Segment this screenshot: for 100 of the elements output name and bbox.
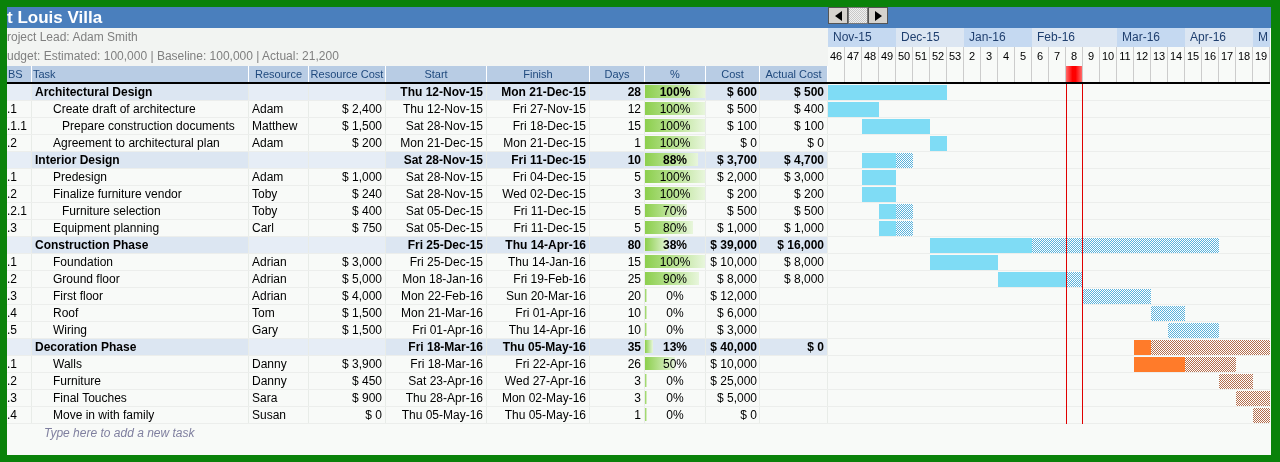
resource-cost-cell: $ 200 [309,135,386,151]
start-date-cell: Sat 05-Dec-15 [386,220,487,236]
task-cell: Ground floor [32,271,249,287]
wbs-cell: .2 [7,271,32,287]
cost-cell: $ 25,000 [706,373,760,389]
cost-cell: $ 2,000 [706,169,760,185]
week-number: 49 [879,47,896,66]
week-number: 15 [1185,47,1202,66]
month-label: Dec-15 [896,28,964,47]
actual-cost-cell: $ 3,000 [760,169,828,185]
resource-cell: Danny [249,373,309,389]
cost-cell: $ 100 [706,118,760,134]
start-date-cell: Mon 21-Dec-15 [386,135,487,151]
percent-text: 100% [659,85,691,99]
scroll-left-button[interactable] [828,7,848,24]
wbs-cell: .4 [7,407,32,423]
percent-text: 88% [663,153,687,167]
finish-date-cell: Fri 18-Dec-15 [487,118,590,134]
start-date-cell: Thu 12-Nov-15 [386,84,487,100]
start-date-cell: Sat 05-Dec-15 [386,203,487,219]
resource-cost-cell: $ 1,500 [309,305,386,321]
finish-date-cell: Mon 02-May-16 [487,390,590,406]
resource-cell: Adam [249,169,309,185]
days-cell: 80 [590,237,645,253]
wbs-cell: .4 [7,305,32,321]
month-label: Jan-16 [964,28,1032,47]
start-date-cell: Fri 18-Mar-16 [386,356,487,372]
start-date-cell: Sat 28-Nov-15 [386,152,487,168]
start-date-cell: Thu 05-May-16 [386,407,487,423]
cost-cell: $ 0 [706,135,760,151]
cost-cell: $ 10,000 [706,254,760,270]
column-header: Finish [487,66,590,82]
cost-cell: $ 6,000 [706,305,760,321]
actual-cost-cell: $ 0 [760,135,828,151]
gantt-bar-remaining [1185,357,1236,372]
start-date-cell: Mon 21-Mar-16 [386,305,487,321]
cost-cell: $ 3,700 [706,152,760,168]
month-label: Mar-16 [1117,28,1185,47]
finish-date-cell: Thu 05-May-16 [487,339,590,355]
column-header: Resource Cost [309,66,386,82]
finish-date-cell: Thu 14-Jan-16 [487,254,590,270]
resource-cell: Toby [249,186,309,202]
timeline-scrollbar[interactable] [828,7,888,24]
finish-date-cell: Fri 19-Feb-16 [487,271,590,287]
cost-cell: $ 40,000 [706,339,760,355]
percent-text: 38% [663,238,687,252]
task-cell: Construction Phase [32,237,249,253]
finish-date-cell: Fri 27-Nov-15 [487,101,590,117]
percent-text: 100% [659,187,691,201]
actual-cost-cell: $ 16,000 [760,237,828,253]
percent-text: 70% [663,204,687,218]
finish-date-cell: Mon 21-Dec-15 [487,135,590,151]
week-number: 11 [1117,47,1134,66]
resource-cell: Tom [249,305,309,321]
week-number: 13 [1151,47,1168,66]
week-number: 4 [998,47,1015,66]
task-cell: Finalize furniture vendor [32,186,249,202]
gantt-bar-remaining [1253,408,1270,423]
start-date-cell: Sat 23-Apr-16 [386,373,487,389]
cost-cell: $ 200 [706,186,760,202]
wbs-cell: .3 [7,288,32,304]
resource-cell: Susan [249,407,309,423]
actual-cost-cell: $ 1,000 [760,220,828,236]
week-number: 52 [930,47,947,66]
days-cell: 35 [590,339,645,355]
percent-text: 100% [659,119,691,133]
cost-cell: $ 3,000 [706,322,760,338]
resource-cost-cell: $ 2,400 [309,101,386,117]
actual-cost-cell: $ 200 [760,186,828,202]
new-task-field[interactable]: Type here to add a new task [32,424,294,441]
wbs-cell: .1 [7,101,32,117]
cost-cell: $ 500 [706,101,760,117]
scroll-thumb[interactable] [848,7,868,24]
finish-date-cell: Fri 11-Dec-15 [487,203,590,219]
week-number: 16 [1202,47,1219,66]
week-number: 14 [1168,47,1185,66]
start-date-cell: Sat 28-Nov-15 [386,169,487,185]
task-cell: Roof [32,305,249,321]
task-cell: First floor [32,288,249,304]
gantt-bar-remaining [1083,289,1151,304]
start-date-cell: Fri 25-Dec-15 [386,237,487,253]
week-number: 10 [1100,47,1117,66]
resource-cell: Toby [249,203,309,219]
finish-date-cell: Wed 02-Dec-15 [487,186,590,202]
percent-text: 90% [663,272,687,286]
week-number: 17 [1219,47,1236,66]
month-label: Feb-16 [1032,28,1117,47]
actual-cost-cell: $ 4,700 [760,152,828,168]
caret-left-icon [834,10,842,21]
scroll-right-button[interactable] [868,7,888,24]
wbs-cell: .2.1 [7,203,32,219]
task-cell: Final Touches [32,390,249,406]
finish-date-cell: Fri 11-Dec-15 [487,220,590,236]
wbs-cell: .3 [7,220,32,236]
percent-text: 0% [666,306,684,320]
wbs-cell: .1 [7,356,32,372]
wbs-cell: .5 [7,322,32,338]
wbs-cell: .2 [7,135,32,151]
task-cell: Wiring [32,322,249,338]
resource-cost-cell: $ 400 [309,203,386,219]
